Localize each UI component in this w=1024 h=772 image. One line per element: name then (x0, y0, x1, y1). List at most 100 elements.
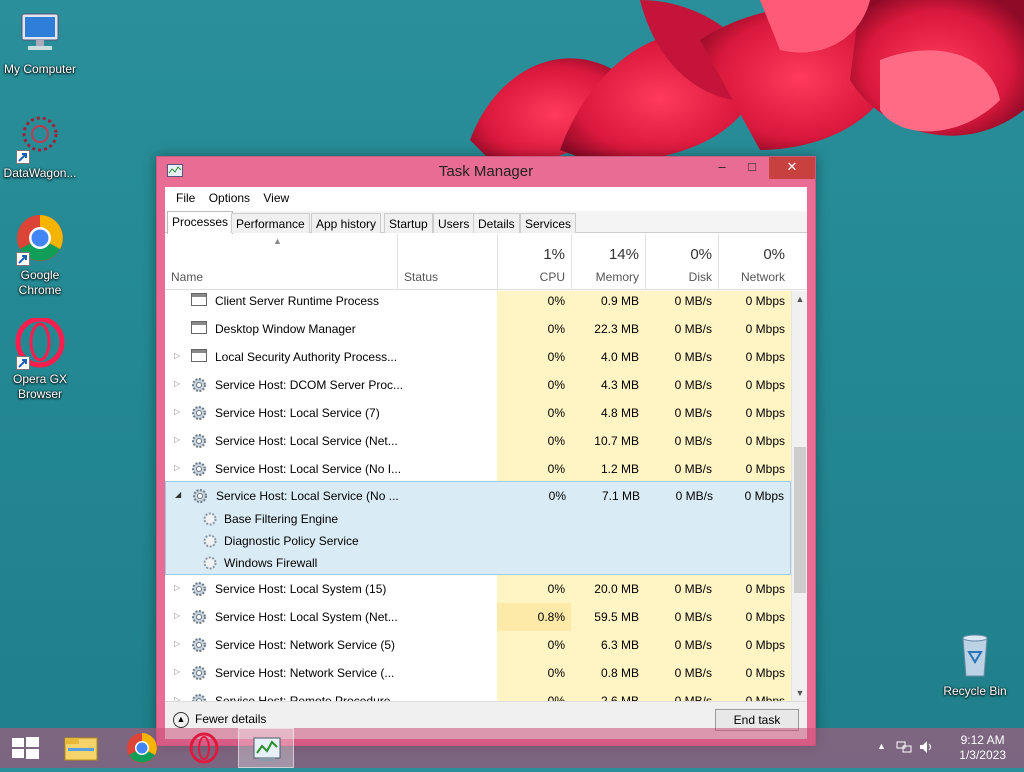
desktop-icon-google-chrome[interactable]: Google Chrome (0, 214, 80, 298)
desktop-icon-label: My Computer (3, 62, 77, 76)
disk-value: 0 MB/s (645, 343, 718, 371)
network-value: 0 Mbps (718, 315, 791, 343)
disk-value: 0 MB/s (645, 427, 718, 455)
cpu-total: 1% (543, 246, 565, 263)
tab-performance[interactable]: Performance (231, 213, 310, 233)
table-row[interactable]: ▷ Service Host: Network Service (5) 0% 6… (165, 631, 791, 659)
menu-file[interactable]: File (171, 187, 200, 205)
process-name: Desktop Window Manager (215, 322, 356, 336)
network-value: 0 Mbps (718, 687, 791, 701)
disk-value: 0 MB/s (645, 371, 718, 399)
table-row[interactable]: Client Server Runtime Process 0% 0.9 MB … (165, 291, 791, 315)
taskbar-clock[interactable]: 9:12 AM 1/3/2023 (959, 733, 1006, 763)
maximize-button[interactable]: □ (737, 157, 767, 179)
table-row[interactable]: ▷ Service Host: Local System (Net... 0.8… (165, 603, 791, 631)
tab-app-history[interactable]: App history (311, 213, 382, 233)
recycle-bin-icon (949, 630, 1001, 682)
process-name: Service Host: Local Service (Net... (215, 434, 398, 448)
cpu-value: 0% (497, 427, 571, 455)
memory-value: 0.8 MB (571, 659, 645, 687)
table-row[interactable]: ▷ Service Host: Local Service (7) 0% 4.8… (165, 399, 791, 427)
network-value: 0 Mbps (718, 603, 791, 631)
start-button[interactable] (0, 728, 56, 768)
service-gear-icon (202, 555, 218, 574)
service-row[interactable]: Base Filtering Engine (166, 508, 790, 530)
table-row[interactable]: ▷ Service Host: Remote Procedure... 0% 2… (165, 687, 791, 701)
header-status[interactable]: Status (397, 234, 497, 290)
disk-value: 0 MB/s (645, 659, 718, 687)
menu-view[interactable]: View (258, 187, 294, 205)
taskbar-opera-gx[interactable] (176, 728, 232, 768)
header-cpu-label: CPU (539, 270, 565, 284)
table-row[interactable]: ▷ Service Host: Local Service (Net... 0%… (165, 427, 791, 455)
service-name: Windows Firewall (224, 556, 318, 570)
network-value: 0 Mbps (718, 343, 791, 371)
cpu-value: 0% (497, 343, 571, 371)
opera-gx-icon (14, 316, 66, 370)
tab-details[interactable]: Details (473, 213, 520, 233)
table-row[interactable]: Desktop Window Manager 0% 22.3 MB 0 MB/s… (165, 315, 791, 343)
memory-value: 4.0 MB (571, 343, 645, 371)
cpu-value: 0% (497, 575, 571, 603)
menu-options[interactable]: Options (204, 187, 255, 205)
process-name: Service Host: Local System (15) (215, 582, 387, 596)
taskbar-task-manager[interactable] (238, 728, 294, 768)
tab-startup[interactable]: Startup (384, 213, 433, 233)
folder-icon (64, 737, 98, 761)
table-row[interactable]: ▷ Service Host: Local Service (No I... 0… (165, 455, 791, 483)
network-icon[interactable] (896, 739, 912, 758)
show-hidden-icons-icon[interactable]: ▲ (877, 741, 886, 751)
desktop-icon-my-computer[interactable]: My Computer (0, 8, 80, 77)
header-name[interactable]: ▲ Name (165, 234, 397, 290)
header-disk[interactable]: 0% Disk (645, 234, 718, 290)
clock-date: 1/3/2023 (959, 748, 1006, 762)
table-row[interactable]: ▷ Service Host: Network Service (... 0% … (165, 659, 791, 687)
close-button[interactable]: ✕ (769, 157, 815, 179)
table-row-selected[interactable]: ◢ Service Host: Local Service (No ... 0%… (166, 482, 790, 510)
table-row[interactable]: ▷ Local Security Authority Process... 0%… (165, 343, 791, 371)
tab-processes[interactable]: Processes (167, 211, 234, 234)
taskbar-chrome[interactable] (114, 728, 170, 768)
fewer-details-button[interactable]: ▲ Fewer details (173, 712, 266, 728)
service-row[interactable]: Diagnostic Policy Service (166, 530, 790, 552)
title-bar[interactable]: Task Manager – □ ✕ (157, 157, 815, 187)
process-name: Service Host: Local Service (7) (215, 406, 380, 420)
header-memory-label: Memory (595, 270, 639, 284)
network-value: 0 Mbps (718, 631, 791, 659)
cpu-value: 0% (548, 489, 566, 503)
volume-icon[interactable] (918, 739, 934, 758)
network-value: 0 Mbps (718, 427, 791, 455)
network-value: 0 Mbps (718, 659, 791, 687)
service-gear-icon (202, 511, 218, 530)
header-memory[interactable]: 14% Memory (571, 234, 645, 290)
service-row[interactable]: Windows Firewall (166, 552, 790, 574)
scroll-up-icon[interactable]: ▲ (792, 291, 808, 307)
disk-value: 0 MB/s (645, 631, 718, 659)
scroll-down-icon[interactable]: ▼ (792, 685, 808, 701)
network-total: 0% (763, 246, 785, 263)
header-network[interactable]: 0% Network (718, 234, 791, 290)
desktop-icon-recycle-bin[interactable]: Recycle Bin (935, 630, 1015, 699)
cpu-value: 0% (497, 371, 571, 399)
computer-icon (14, 8, 66, 60)
selected-process-group[interactable]: ◢ Service Host: Local Service (No ... 0%… (165, 481, 791, 575)
process-name: Service Host: Local Service (No I... (215, 462, 402, 476)
minimize-button[interactable]: – (707, 157, 737, 179)
process-name: Service Host: Local Service (No ... (216, 489, 399, 503)
tab-services[interactable]: Services (520, 213, 577, 233)
service-gear-icon (202, 533, 218, 552)
cpu-value: 0% (497, 659, 571, 687)
table-row[interactable]: ▷ Service Host: DCOM Server Proc... 0% 4… (165, 371, 791, 399)
taskbar-file-explorer[interactable] (54, 728, 110, 768)
chevron-up-icon: ▲ (173, 712, 189, 728)
desktop-icon-opera-gx[interactable]: Opera GX Browser (0, 316, 80, 402)
scrollbar-thumb[interactable] (794, 447, 806, 593)
header-status-label: Status (404, 270, 439, 284)
desktop-icon-datawagon[interactable]: DataWagon... (0, 112, 80, 181)
tab-users[interactable]: Users (433, 213, 475, 233)
vertical-scrollbar[interactable]: ▲ ▼ (791, 291, 807, 701)
header-cpu[interactable]: 1% CPU (497, 234, 571, 290)
table-row[interactable]: ▷ Service Host: Local System (15) 0% 20.… (165, 575, 791, 603)
header-name-label: Name (171, 270, 204, 284)
memory-value: 59.5 MB (571, 603, 645, 631)
